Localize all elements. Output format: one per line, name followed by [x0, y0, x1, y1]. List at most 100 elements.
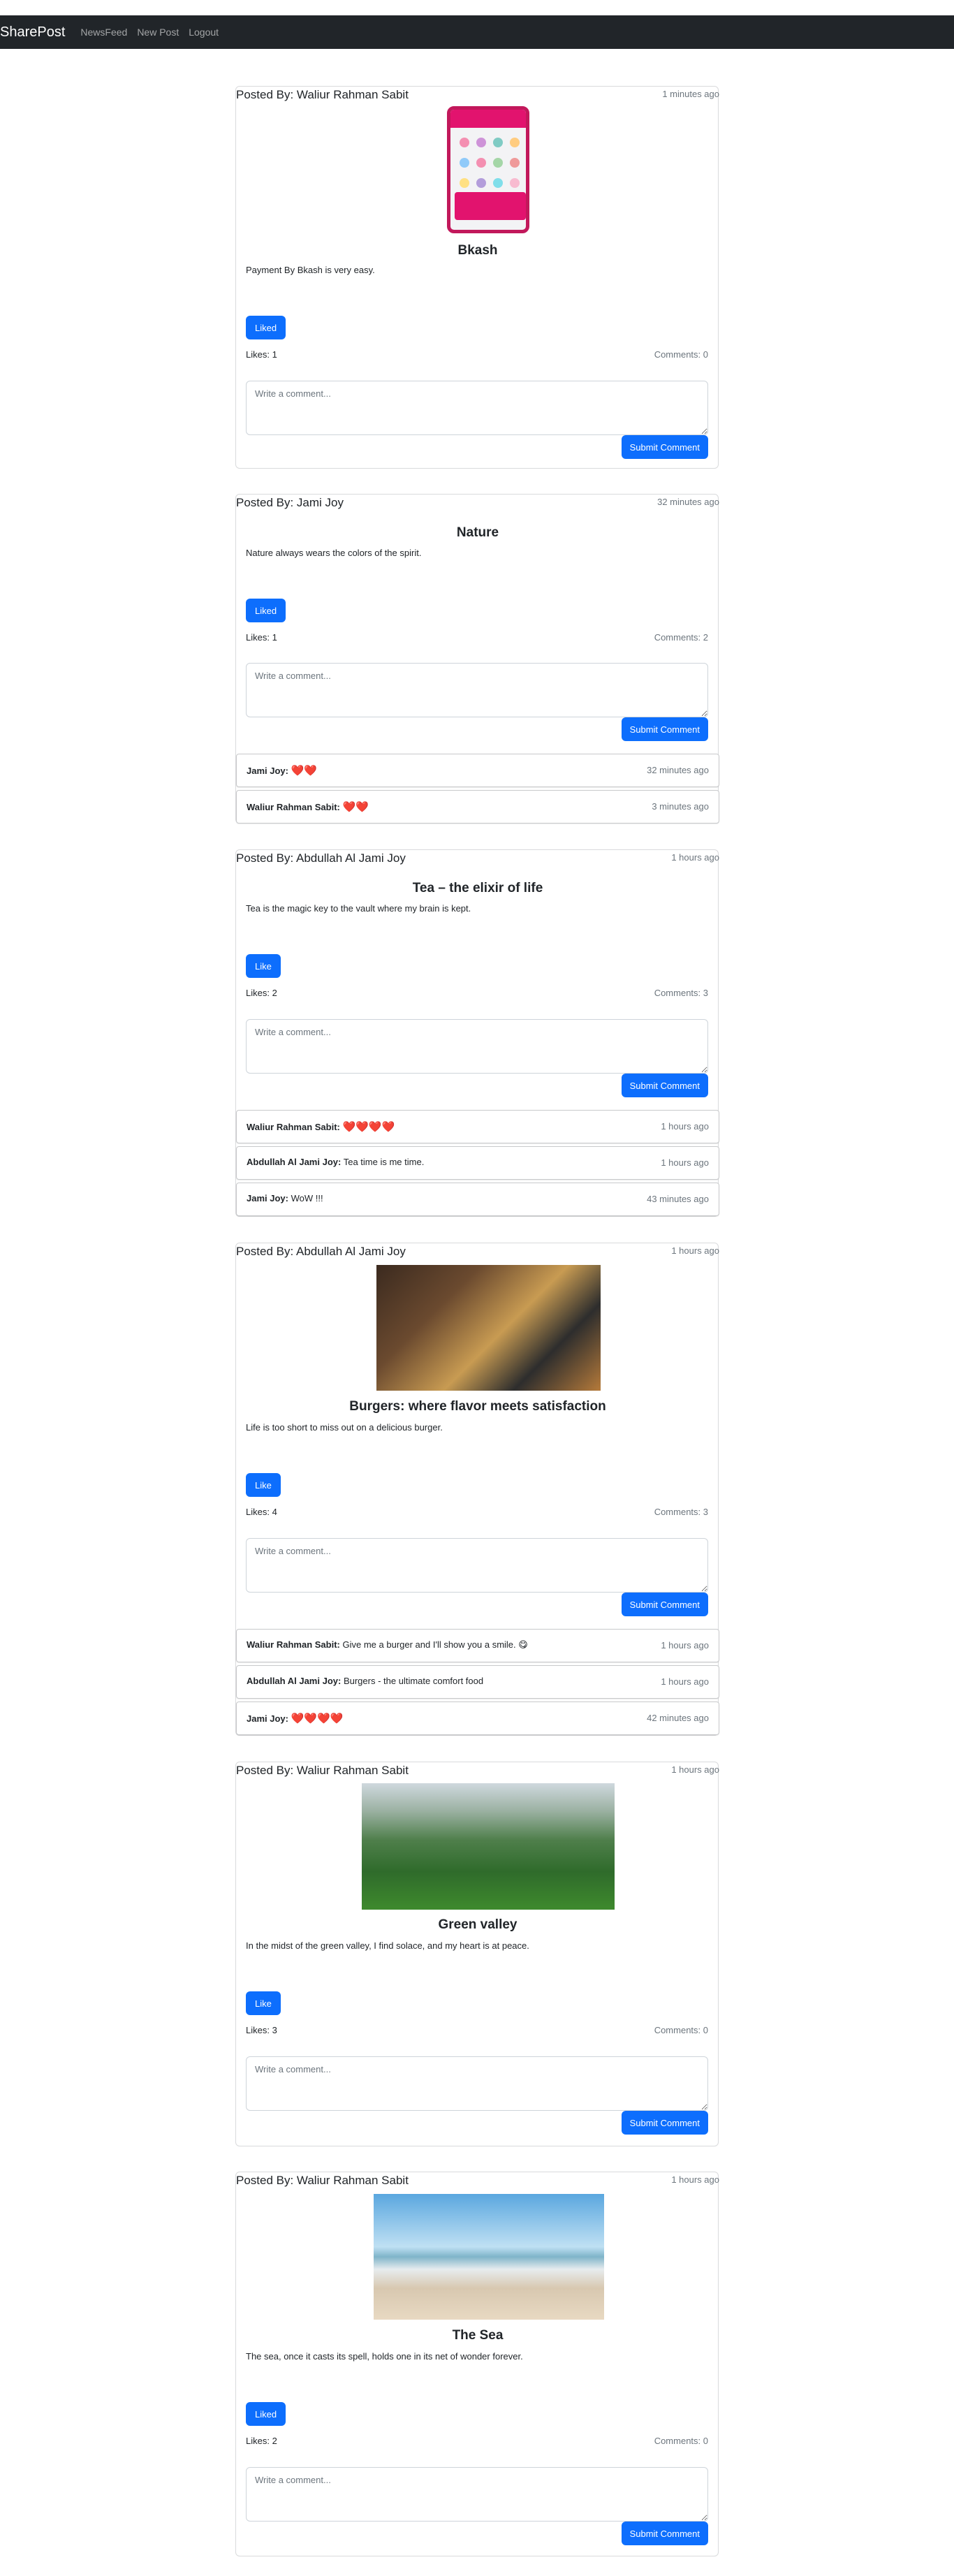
comment-input[interactable]: [246, 663, 708, 717]
submit-comment-button[interactable]: Submit Comment: [621, 717, 708, 741]
likes-count: Likes: 1: [246, 349, 277, 360]
comment-item: Abdullah Al Jami Joy: Burgers - the ulti…: [236, 1665, 719, 1699]
post-title: The Sea: [452, 2328, 504, 2343]
comment-text: Burgers - the ultimate comfort food: [343, 1676, 484, 1686]
post-body: Nature always wears the colors of the sp…: [246, 548, 422, 558]
post-header: Posted By: Waliur Rahman Sabit 1 hours a…: [236, 2172, 719, 2188]
nav-link-logout[interactable]: Logout: [189, 27, 219, 38]
comment-text: Tea time is me time.: [343, 1157, 425, 1167]
comment-input[interactable]: [246, 2056, 708, 2111]
comment-item: Jami Joy: ❤️❤️ 32 minutes ago: [236, 754, 719, 787]
post-header: Posted By: Abdullah Al Jami Joy 1 hours …: [236, 849, 719, 866]
submit-comment-button[interactable]: Submit Comment: [621, 2111, 708, 2135]
comment-author: Jami Joy:: [247, 766, 288, 776]
post-image: [376, 1265, 601, 1391]
post-time: 32 minutes ago: [657, 497, 719, 507]
post-header: Posted By: Waliur Rahman Sabit 1 minutes…: [236, 86, 719, 103]
post-card: Posted By: Waliur Rahman Sabit 1 hours a…: [235, 2172, 719, 2556]
comment-item: Waliur Rahman Sabit: Give me a burger an…: [236, 1629, 719, 1662]
likes-count: Likes: 1: [246, 632, 277, 643]
submit-comment-button[interactable]: Submit Comment: [621, 1593, 708, 1616]
post-time: 1 minutes ago: [662, 89, 719, 99]
post-image: [447, 106, 529, 233]
likes-count: Likes: 2: [246, 988, 277, 998]
comment-input[interactable]: [246, 1538, 708, 1593]
comment-time: 1 hours ago: [661, 1157, 709, 1168]
like-button[interactable]: Like: [246, 1473, 281, 1497]
post-time: 1 hours ago: [671, 1764, 719, 1775]
comments-count: Comments: 0: [654, 2025, 708, 2035]
comment-input[interactable]: [246, 381, 708, 435]
post-card: Posted By: Jami Joy 32 minutes ago Natur…: [235, 494, 719, 824]
comment-time: 3 minutes ago: [652, 801, 709, 812]
post-body: In the midst of the green valley, I find…: [246, 1940, 529, 1951]
app-banner-graphic: [455, 192, 526, 220]
comment-text: ❤️❤️❤️❤️: [342, 1121, 395, 1133]
submit-comment-button[interactable]: Submit Comment: [621, 2522, 708, 2545]
post-body: Payment By Bkash is very easy.: [246, 265, 375, 275]
brand-link[interactable]: SharePost: [0, 24, 65, 41]
navbar: SharePost NewsFeed New Post Logout: [0, 15, 954, 49]
comment-time: 42 minutes ago: [647, 1713, 709, 1723]
post-header: Posted By: Waliur Rahman Sabit 1 hours a…: [236, 1762, 719, 1778]
comment-text: ❤️❤️❤️❤️: [291, 1713, 344, 1725]
comment-input[interactable]: [246, 2467, 708, 2522]
post-card: Posted By: Abdullah Al Jami Joy 1 hours …: [235, 849, 719, 1217]
post-title: Green valley: [438, 1917, 518, 1932]
comments-count: Comments: 0: [654, 2436, 708, 2446]
comment-time: 43 minutes ago: [647, 1194, 709, 1204]
nav-link-new-post[interactable]: New Post: [137, 27, 179, 38]
like-button[interactable]: Liked: [246, 316, 286, 339]
comment-author: Jami Joy:: [247, 1193, 288, 1203]
comment-item: Jami Joy: ❤️❤️❤️❤️ 42 minutes ago: [236, 1702, 719, 1735]
post-title: Burgers: where flavor meets satisfaction: [349, 1399, 606, 1414]
like-button[interactable]: Like: [246, 954, 281, 978]
comment-time: 32 minutes ago: [647, 765, 709, 775]
comments-count: Comments: 3: [654, 1507, 708, 1517]
post-header: Posted By: Jami Joy 32 minutes ago: [236, 494, 719, 511]
app-icons-graphic: [456, 133, 524, 194]
post-time: 1 hours ago: [671, 1245, 719, 1256]
post-author: Posted By: Waliur Rahman Sabit: [236, 88, 409, 101]
comment-author: Jami Joy:: [247, 1713, 288, 1724]
comment-author: Waliur Rahman Sabit:: [247, 802, 340, 812]
post-author: Posted By: Abdullah Al Jami Joy: [236, 1245, 406, 1258]
comment-item: Waliur Rahman Sabit: ❤️❤️ 3 minutes ago: [236, 790, 719, 824]
comment-text: ❤️❤️: [342, 801, 369, 813]
like-button[interactable]: Liked: [246, 599, 286, 622]
likes-count: Likes: 4: [246, 1507, 277, 1517]
post-time: 1 hours ago: [671, 2174, 719, 2185]
post-author: Posted By: Waliur Rahman Sabit: [236, 2174, 409, 2187]
comment-time: 1 hours ago: [661, 1640, 709, 1651]
comment-input[interactable]: [246, 1019, 708, 1074]
comments-count: Comments: 2: [654, 632, 708, 643]
post-body: Tea is the magic key to the vault where …: [246, 903, 471, 914]
like-button[interactable]: Liked: [246, 2402, 286, 2426]
comment-author: Abdullah Al Jami Joy:: [247, 1676, 342, 1686]
post-title: Nature: [456, 525, 499, 540]
comment-item: Jami Joy: WoW !!! 43 minutes ago: [236, 1183, 719, 1216]
post-time: 1 hours ago: [671, 852, 719, 863]
post-card: Posted By: Waliur Rahman Sabit 1 minutes…: [235, 86, 719, 469]
likes-count: Likes: 2: [246, 2436, 277, 2446]
app-header-graphic: [450, 110, 526, 128]
submit-comment-button[interactable]: Submit Comment: [621, 1074, 708, 1097]
comment-text: WoW !!!: [291, 1193, 323, 1203]
comment-item: Abdullah Al Jami Joy: Tea time is me tim…: [236, 1146, 719, 1180]
comments-count: Comments: 0: [654, 349, 708, 360]
post-image: [374, 2194, 604, 2320]
post-header: Posted By: Abdullah Al Jami Joy 1 hours …: [236, 1243, 719, 1259]
post-body: The sea, once it casts its spell, holds …: [246, 2351, 523, 2362]
post-author: Posted By: Jami Joy: [236, 496, 344, 509]
submit-comment-button[interactable]: Submit Comment: [621, 435, 708, 459]
post-image: [362, 1783, 615, 1910]
comment-item: Waliur Rahman Sabit: ❤️❤️❤️❤️ 1 hours ag…: [236, 1110, 719, 1143]
post-card: Posted By: Waliur Rahman Sabit 1 hours a…: [235, 1762, 719, 2146]
comment-author: Waliur Rahman Sabit:: [247, 1122, 340, 1132]
comment-text: ❤️❤️: [291, 765, 317, 777]
post-author: Posted By: Abdullah Al Jami Joy: [236, 851, 406, 865]
post-title: Bkash: [457, 243, 498, 258]
nav-link-newsfeed[interactable]: NewsFeed: [80, 27, 127, 38]
likes-count: Likes: 3: [246, 2025, 277, 2035]
like-button[interactable]: Like: [246, 1991, 281, 2015]
